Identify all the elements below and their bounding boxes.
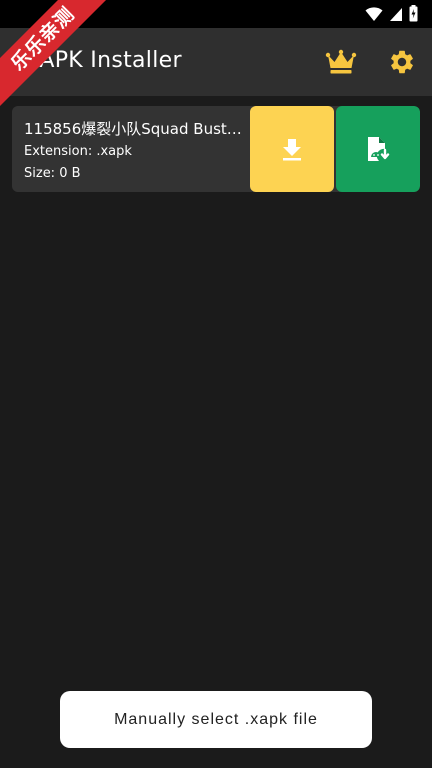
gear-icon	[391, 50, 413, 74]
download-button[interactable]	[250, 106, 334, 192]
crown-icon	[325, 49, 357, 74]
install-apk-icon	[368, 137, 390, 161]
settings-button[interactable]	[388, 48, 416, 76]
install-button[interactable]	[336, 106, 420, 192]
file-card[interactable]: 115856爆裂小队Squad Busters Extension: .xapk…	[12, 106, 420, 192]
signal-icon	[390, 7, 402, 21]
download-icon	[283, 139, 301, 161]
premium-button[interactable]	[325, 48, 357, 76]
file-size: Size: 0 B	[24, 166, 81, 181]
status-icons	[365, 5, 418, 22]
wifi-icon	[365, 6, 383, 21]
file-name: 115856爆裂小队Squad Busters	[24, 120, 246, 138]
battery-icon	[409, 5, 418, 22]
file-extension: Extension: .xapk	[24, 144, 132, 159]
select-file-button[interactable]: Manually select .xapk file	[60, 691, 372, 748]
screen: XAPK Installer 乐乐亲测 115856爆裂小队Squad Bust…	[0, 0, 432, 768]
